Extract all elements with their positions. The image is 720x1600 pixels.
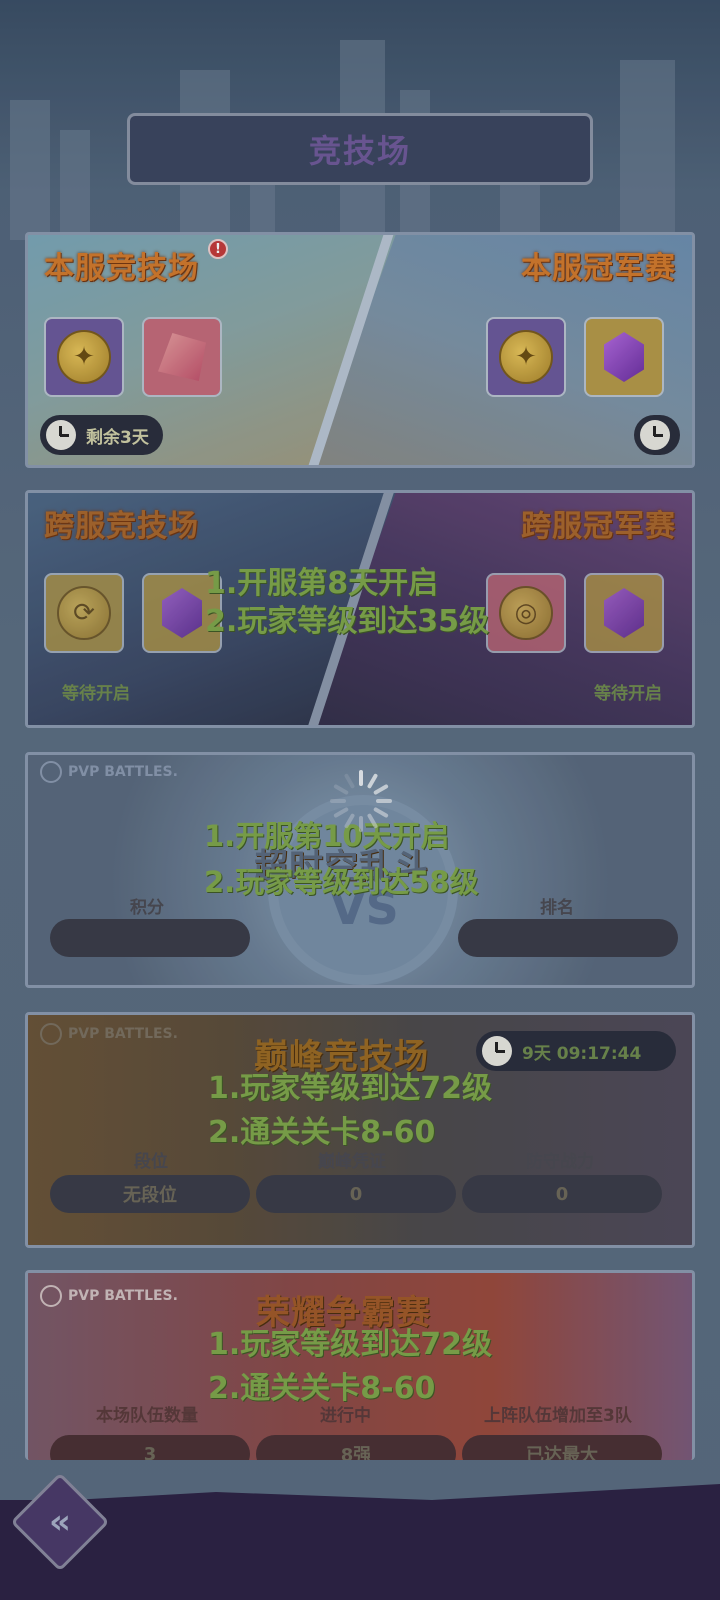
champ-reward-coin-slot[interactable]: ✦ bbox=[486, 317, 566, 397]
local-arena-timer: 剩余3天 bbox=[40, 415, 163, 455]
local-championship-title: 本服冠军赛 bbox=[521, 251, 676, 286]
clock-icon bbox=[640, 420, 670, 450]
team-count-value: 3 bbox=[50, 1435, 250, 1460]
score-value bbox=[50, 919, 250, 957]
purple-gem-icon bbox=[604, 588, 644, 638]
alert-badge: ! bbox=[208, 239, 228, 259]
rank-tier-label: 段位 bbox=[134, 1152, 168, 1172]
team-slot-label: 上阵队伍增加至3队 bbox=[484, 1406, 632, 1426]
champ-reward-gem-slot[interactable] bbox=[584, 317, 664, 397]
globe-icon bbox=[40, 761, 62, 783]
glory-contest-card[interactable]: PVP BATTLES. 荣耀争霸赛 本场队伍数量 进行中 上阵队伍增加至3队 … bbox=[25, 1270, 695, 1460]
loading-spinner-icon bbox=[330, 770, 392, 832]
bottom-band bbox=[0, 1500, 720, 1600]
requirement-line: 1.开服第8天开启 bbox=[205, 566, 439, 601]
peak-arena-requirements: 1.玩家等级到达72级 2.通关关卡8-60 bbox=[208, 1067, 492, 1155]
page-title: 竞技场 bbox=[308, 132, 411, 170]
peak-token-value: 0 bbox=[256, 1175, 456, 1213]
requirement-line: 2.通关关卡8-60 bbox=[208, 1371, 436, 1406]
team-count-label: 本场队伍数量 bbox=[96, 1406, 198, 1426]
medal-coin-icon: ✦ bbox=[499, 330, 553, 384]
requirement-line: 2.玩家等级到达35级 bbox=[205, 604, 490, 639]
rank-tier-value: 无段位 bbox=[50, 1175, 250, 1213]
local-arena-timer-text: 剩余3天 bbox=[86, 427, 149, 448]
requirement-line: 1.玩家等级到达72级 bbox=[208, 1327, 493, 1362]
red-crystal-icon bbox=[158, 333, 206, 381]
coin-icon: ⟳ bbox=[57, 586, 111, 640]
back-arrow-icon[interactable]: « bbox=[25, 1487, 95, 1557]
cross-champ-coin-slot[interactable]: ◎ bbox=[486, 573, 566, 653]
defense-power-value: 0 bbox=[462, 1175, 662, 1213]
purple-gem-icon bbox=[604, 332, 644, 382]
pvp-tag: PVP BATTLES. bbox=[40, 1285, 178, 1307]
score-label: 积分 bbox=[130, 898, 164, 918]
cross-requirements: 1.开服第8天开启 2.玩家等级到达35级 bbox=[205, 565, 489, 641]
globe-icon bbox=[40, 1285, 62, 1307]
pvp-tag: PVP BATTLES. bbox=[40, 1023, 178, 1045]
local-arena-title: 本服竞技场 bbox=[44, 251, 199, 286]
cross-champ-gem-slot[interactable] bbox=[584, 573, 664, 653]
pvp-tag-text: PVP BATTLES. bbox=[68, 764, 178, 780]
purple-gem-icon bbox=[162, 588, 202, 638]
local-arena-card: 本服竞技场 ! 本服冠军赛 ✦ ✦ 剩余3天 bbox=[25, 232, 695, 468]
peak-arena-timer-text: 9天 09:17:44 bbox=[522, 1043, 642, 1064]
pvp-tag: PVP BATTLES. bbox=[40, 761, 178, 783]
cross-championship-title: 跨服冠军赛 bbox=[521, 509, 676, 544]
globe-icon bbox=[40, 1023, 62, 1045]
local-championship-timer bbox=[634, 415, 680, 455]
reward-gem-slot[interactable] bbox=[142, 317, 222, 397]
clock-icon bbox=[482, 1036, 512, 1066]
team-slot-value: 已达最大 bbox=[462, 1435, 662, 1460]
page-title-bar: 竞技场 bbox=[127, 113, 593, 185]
cross-server-card: 跨服竞技场 跨服冠军赛 ⟳ ◎ 等待开启 等待开启 1.开服第8天开启 2.玩家… bbox=[25, 490, 695, 728]
reward-coin-slot[interactable]: ✦ bbox=[44, 317, 124, 397]
cross-arena-title: 跨服竞技场 bbox=[44, 509, 199, 544]
pvp-tag-text: PVP BATTLES. bbox=[68, 1026, 178, 1042]
pvp-tag-text: PVP BATTLES. bbox=[68, 1288, 178, 1304]
cross-arena-status: 等待开启 bbox=[62, 684, 130, 704]
rank-label: 排名 bbox=[540, 898, 574, 918]
cross-reward-coin-slot[interactable]: ⟳ bbox=[44, 573, 124, 653]
in-progress-value: 8强 bbox=[256, 1435, 456, 1460]
medal-coin-icon: ✦ bbox=[57, 330, 111, 384]
glory-contest-requirements: 1.玩家等级到达72级 2.通关关卡8-60 bbox=[208, 1323, 492, 1411]
defense-power-label: 防守战力 bbox=[526, 1152, 594, 1172]
peak-arena-card[interactable]: PVP BATTLES. 巅峰竞技场 9天 09:17:44 段位 巅峰凭证 防… bbox=[25, 1012, 695, 1248]
requirement-line: 1.玩家等级到达72级 bbox=[208, 1071, 493, 1106]
rank-value bbox=[458, 919, 678, 957]
coin-icon: ◎ bbox=[499, 586, 553, 640]
cross-championship-status: 等待开启 bbox=[594, 684, 662, 704]
requirement-line: 2.通关关卡8-60 bbox=[208, 1115, 436, 1150]
peak-arena-timer: 9天 09:17:44 bbox=[476, 1031, 676, 1071]
requirement-line: 2.玩家等级到达58级 bbox=[204, 865, 479, 899]
clock-icon bbox=[46, 420, 76, 450]
